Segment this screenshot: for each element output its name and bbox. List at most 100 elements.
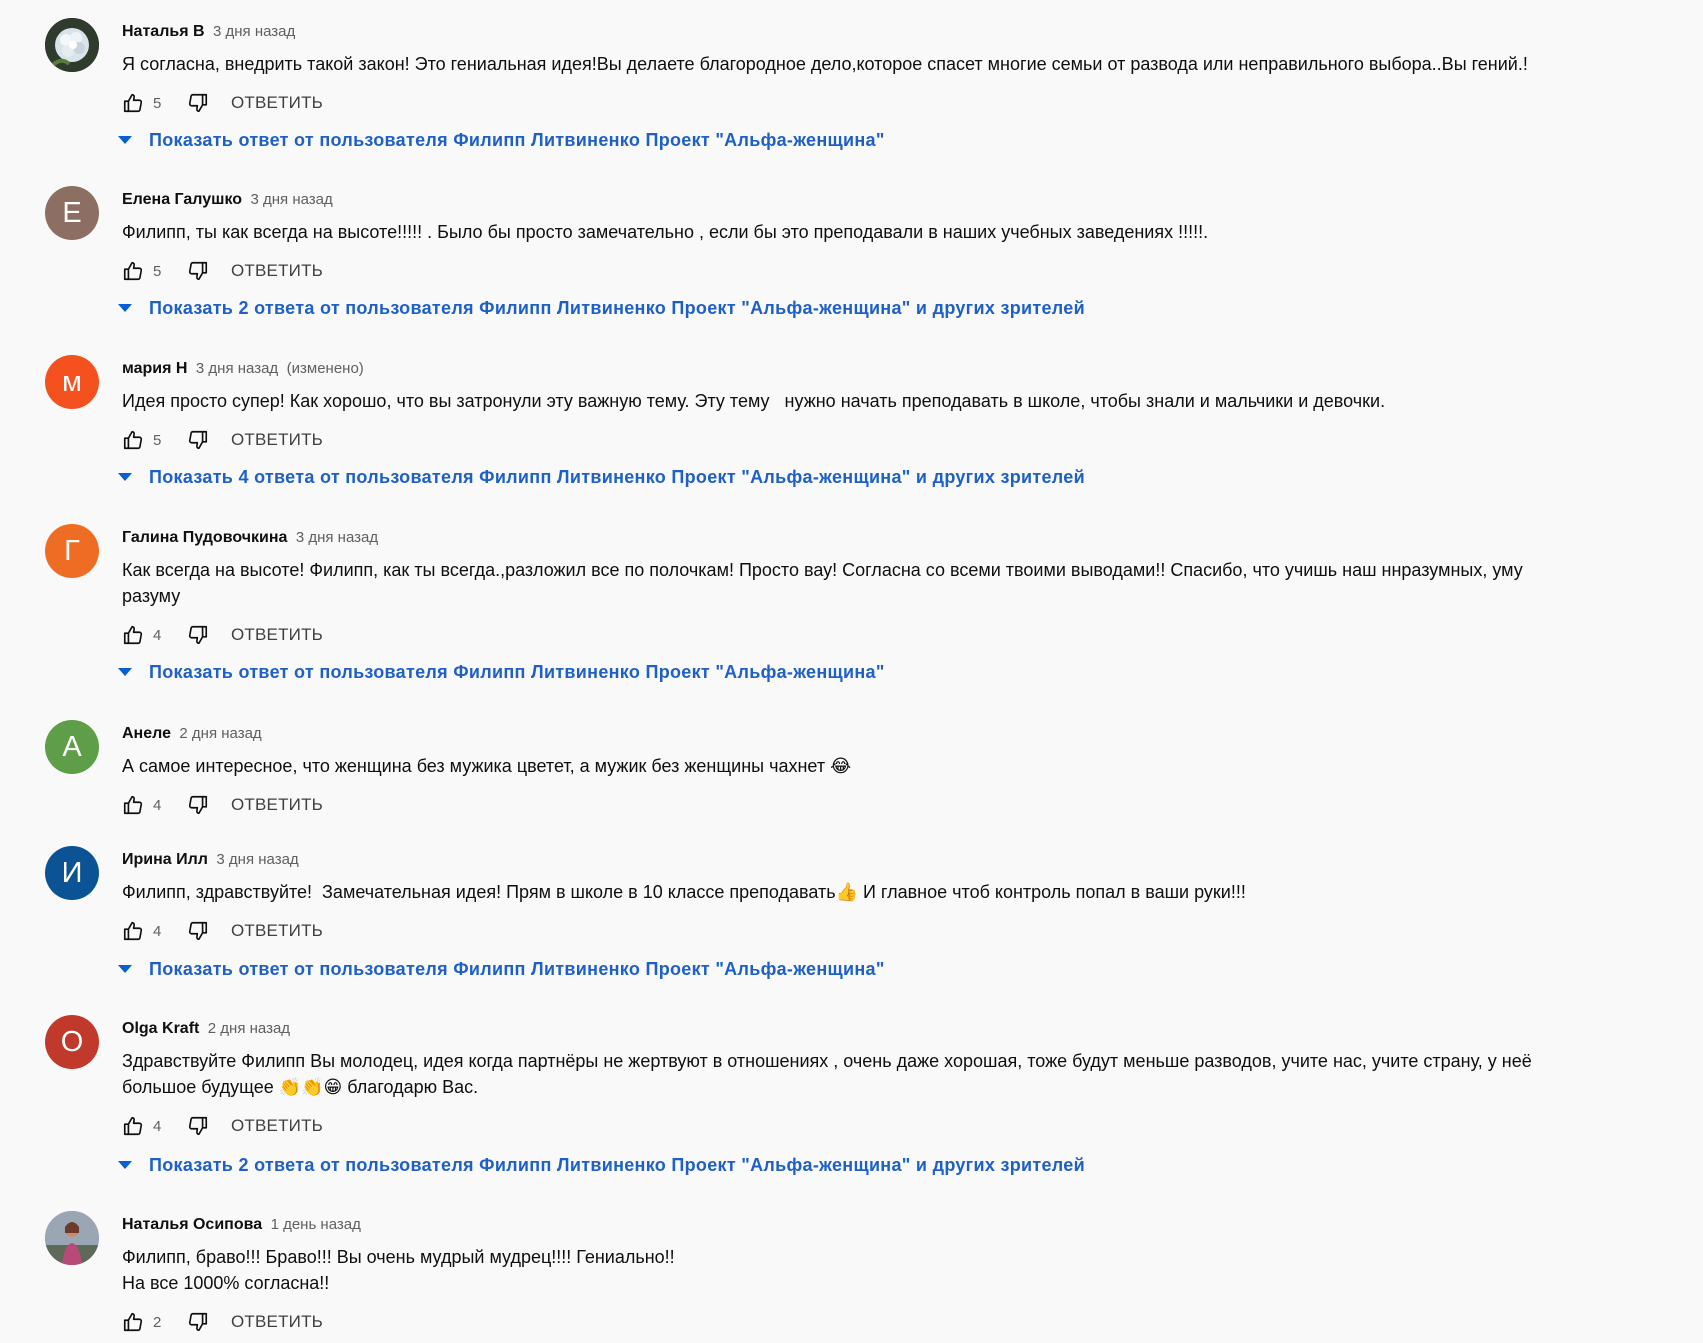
avatar[interactable]: O (45, 1015, 99, 1069)
thumbs-down-icon[interactable] (187, 429, 209, 451)
thumbs-down-icon[interactable] (187, 1115, 209, 1137)
comment-actions: 2 ОТВЕТИТЬ (122, 1306, 1662, 1338)
comment-timestamp[interactable]: 3 дня назад (216, 851, 298, 868)
comment-header: Наталья В 3 дня назад (122, 21, 1662, 43)
comment-text-line: разуму (122, 586, 181, 606)
like-count: 4 (153, 1117, 162, 1135)
reply-button[interactable]: ОТВЕТИТЬ (231, 261, 323, 281)
comment-timestamp[interactable]: 3 дня назад (196, 360, 278, 377)
comment-author[interactable]: Наталья В (122, 23, 205, 40)
avatar-letter: м (62, 366, 82, 398)
reply-button[interactable]: ОТВЕТИТЬ (231, 625, 323, 645)
comment-text-line: Филипп, браво!!! Браво!!! Вы очень мудры… (122, 1247, 675, 1267)
comment-text: Филипп, здравствуйте! Замечательная идея… (122, 879, 1662, 905)
reply-button[interactable]: ОТВЕТИТЬ (231, 795, 323, 815)
show-replies-label: Показать 2 ответа от пользователя Филипп… (149, 297, 1085, 318)
comment-text-line: Я согласна, внедрить такой закон! Это ге… (122, 54, 1528, 74)
thumbs-up-icon[interactable] (122, 1311, 144, 1333)
show-replies-label: Показать ответ от пользователя Филипп Ли… (149, 129, 885, 150)
comment-body: Анеле 2 дня назад А самое интересное, чт… (122, 723, 1662, 821)
caret-down-icon (118, 965, 132, 973)
comment-actions: 5 ОТВЕТИТЬ (122, 255, 1662, 287)
thumbs-down-icon[interactable] (187, 260, 209, 282)
thumbs-up-icon[interactable] (122, 429, 144, 451)
like-count: 5 (153, 262, 162, 280)
reply-button[interactable]: ОТВЕТИТЬ (231, 430, 323, 450)
show-replies-label: Показать 2 ответа от пользователя Филипп… (149, 1154, 1085, 1175)
comment-timestamp[interactable]: 2 дня назад (179, 725, 261, 742)
comment-text: Я согласна, внедрить такой закон! Это ге… (122, 51, 1662, 77)
show-replies-button[interactable]: Показать ответ от пользователя Филипп Ли… (118, 657, 885, 687)
comment-actions: 5 ОТВЕТИТЬ (122, 87, 1662, 119)
comment-body: мария Н 3 дня назад (изменено) Идея прос… (122, 358, 1662, 456)
comment-actions: 4 ОТВЕТИТЬ (122, 1110, 1662, 1142)
comment-body: Елена Галушко 3 дня назад Филипп, ты как… (122, 189, 1662, 287)
avatar[interactable] (45, 18, 99, 72)
comment-header: Наталья Осипова 1 день назад (122, 1214, 1662, 1236)
thumbs-down-icon[interactable] (187, 624, 209, 646)
edited-marker: (изменено) (286, 360, 364, 377)
thumbs-up-icon[interactable] (122, 794, 144, 816)
thumbs-up-icon[interactable] (122, 1115, 144, 1137)
comment-author[interactable]: Наталья Осипова (122, 1216, 262, 1233)
comment-author[interactable]: Галина Пудовочкина (122, 529, 287, 546)
show-replies-button[interactable]: Показать 2 ответа от пользователя Филипп… (118, 293, 1085, 323)
reply-button[interactable]: ОТВЕТИТЬ (231, 1312, 323, 1332)
comment-text: Филипп, ты как всегда на высоте!!!!! . Б… (122, 219, 1662, 245)
like-count: 4 (153, 626, 162, 644)
comment-author[interactable]: Анеле (122, 725, 171, 742)
avatar[interactable]: Е (45, 186, 99, 240)
comment-header: Анеле 2 дня назад (122, 723, 1662, 745)
show-replies-button[interactable]: Показать 2 ответа от пользователя Филипп… (118, 1150, 1085, 1180)
comment-body: Наталья Осипова 1 день назад Филипп, бра… (122, 1214, 1662, 1338)
avatar[interactable]: Г (45, 524, 99, 578)
show-replies-label: Показать ответ от пользователя Филипп Ли… (149, 661, 885, 682)
avatar[interactable]: И (45, 846, 99, 900)
comment-text: Как всегда на высоте! Филипп, как ты все… (122, 557, 1662, 609)
like-count: 5 (153, 94, 162, 112)
comment-author[interactable]: мария Н (122, 360, 187, 377)
show-replies-button[interactable]: Показать ответ от пользователя Филипп Ли… (118, 954, 885, 984)
thumbs-up-icon[interactable] (122, 920, 144, 942)
reply-button[interactable]: ОТВЕТИТЬ (231, 1116, 323, 1136)
thumbs-down-icon[interactable] (187, 920, 209, 942)
comment-header: Olga Kraft 2 дня назад (122, 1018, 1662, 1040)
avatar[interactable]: А (45, 720, 99, 774)
avatar-letter: И (61, 857, 83, 889)
comment-text-line: Идея просто супер! Как хорошо, что вы за… (122, 391, 1386, 411)
like-count: 4 (153, 796, 162, 814)
comment-timestamp[interactable]: 2 дня назад (208, 1020, 290, 1037)
like-count: 2 (153, 1313, 162, 1331)
comment-text: Здравствуйте Филипп Вы молодец, идея ког… (122, 1048, 1662, 1100)
comment-actions: 4 ОТВЕТИТЬ (122, 789, 1662, 821)
comment-text: Идея просто супер! Как хорошо, что вы за… (122, 388, 1662, 414)
caret-down-icon (118, 1161, 132, 1169)
thumbs-down-icon[interactable] (187, 92, 209, 114)
comment-timestamp[interactable]: 3 дня назад (251, 191, 333, 208)
comment-header: мария Н 3 дня назад (изменено) (122, 358, 1662, 380)
thumbs-up-icon[interactable] (122, 92, 144, 114)
avatar[interactable] (45, 1211, 99, 1265)
thumbs-down-icon[interactable] (187, 794, 209, 816)
caret-down-icon (118, 668, 132, 676)
comment-author[interactable]: Елена Галушко (122, 191, 242, 208)
comment-author[interactable]: Olga Kraft (122, 1020, 199, 1037)
comments-section: Наталья В 3 дня назад Я согласна, внедри… (0, 0, 1703, 1343)
comment-timestamp[interactable]: 3 дня назад (296, 529, 378, 546)
thumbs-up-icon[interactable] (122, 624, 144, 646)
reply-button[interactable]: ОТВЕТИТЬ (231, 921, 323, 941)
comment-timestamp[interactable]: 1 день назад (271, 1216, 361, 1233)
show-replies-button[interactable]: Показать ответ от пользователя Филипп Ли… (118, 125, 885, 155)
comment-timestamp[interactable]: 3 дня назад (213, 23, 295, 40)
avatar[interactable]: м (45, 355, 99, 409)
show-replies-button[interactable]: Показать 4 ответа от пользователя Филипп… (118, 462, 1085, 492)
reply-button[interactable]: ОТВЕТИТЬ (231, 93, 323, 113)
comment-text-line: большое будущее 👏👏😁 благодарю Вас. (122, 1077, 479, 1097)
comment-text: А самое интересное, что женщина без мужи… (122, 753, 1662, 779)
comment-author[interactable]: Ирина Илл (122, 851, 208, 868)
comment-actions: 4 ОТВЕТИТЬ (122, 619, 1662, 651)
thumbs-down-icon[interactable] (187, 1311, 209, 1333)
comment-text-line: А самое интересное, что женщина без мужи… (122, 756, 852, 776)
comment-text-line: Здравствуйте Филипп Вы молодец, идея ког… (122, 1051, 1532, 1071)
thumbs-up-icon[interactable] (122, 260, 144, 282)
